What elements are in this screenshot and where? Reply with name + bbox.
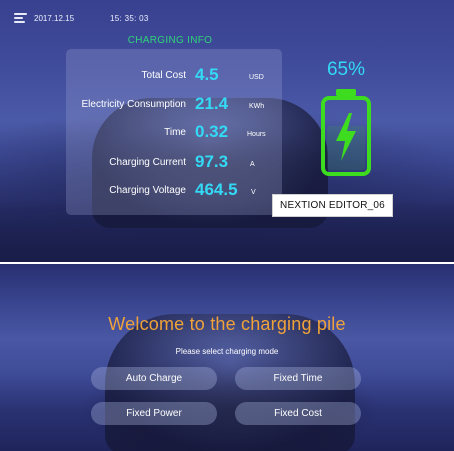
charging-info-panel: Total Cost 4.5 USD Electricity Consumpti… [66, 49, 282, 215]
charging-current-value: 97.3 [195, 152, 229, 171]
charging-voltage-value: 464.5 [195, 180, 238, 199]
electricity-consumption-row: Electricity Consumption 21.4 KWh [66, 89, 282, 115]
time-value: 0.32 [195, 122, 229, 141]
electricity-consumption-unit: KWh [249, 103, 265, 110]
battery-terminal [336, 89, 356, 96]
time-unit: Hours [247, 131, 266, 138]
time-text: 15: 35: 03 [110, 13, 149, 23]
welcome-title: Welcome to the charging pile [108, 314, 346, 334]
charging-info-screen: 2017.12.15 15: 35: 03 CHARGING INFO Tota… [0, 0, 454, 262]
electricity-consumption-value: 21.4 [195, 94, 229, 113]
charging-current-unit: A [250, 161, 255, 168]
date-text: 2017.12.15 [34, 13, 75, 23]
menu-icon[interactable] [14, 13, 27, 23]
fixed-power-button[interactable]: Fixed Power [91, 402, 217, 425]
total-cost-row: Total Cost 4.5 USD [66, 60, 282, 86]
battery-charging-icon [321, 89, 371, 176]
auto-charge-button[interactable]: Auto Charge [91, 367, 217, 390]
select-mode-subtitle: Please select charging mode [175, 347, 279, 356]
charging-current-label: Charging Current [109, 157, 186, 168]
time-label: Time [164, 127, 186, 138]
battery-percent: 65% [326, 59, 366, 80]
electricity-consumption-label: Electricity Consumption [81, 99, 186, 110]
charging-info-title: CHARGING INFO [127, 35, 213, 46]
editor-label-box: NEXTION EDITOR_06 [272, 194, 393, 217]
status-bar: 2017.12.15 15: 35: 03 [14, 11, 149, 25]
charging-current-row: Charging Current 97.3 A [66, 147, 282, 173]
fixed-cost-button[interactable]: Fixed Cost [235, 402, 361, 425]
charging-voltage-row: Charging Voltage 464.5 V [66, 175, 282, 201]
total-cost-label: Total Cost [141, 70, 186, 81]
time-row: Time 0.32 Hours [66, 117, 282, 143]
total-cost-unit: USD [249, 74, 264, 81]
charging-voltage-unit: V [251, 189, 256, 196]
total-cost-value: 4.5 [195, 65, 219, 84]
welcome-screen: Welcome to the charging pile Please sele… [0, 264, 454, 451]
charging-voltage-label: Charging Voltage [109, 185, 186, 196]
fixed-time-button[interactable]: Fixed Time [235, 367, 361, 390]
